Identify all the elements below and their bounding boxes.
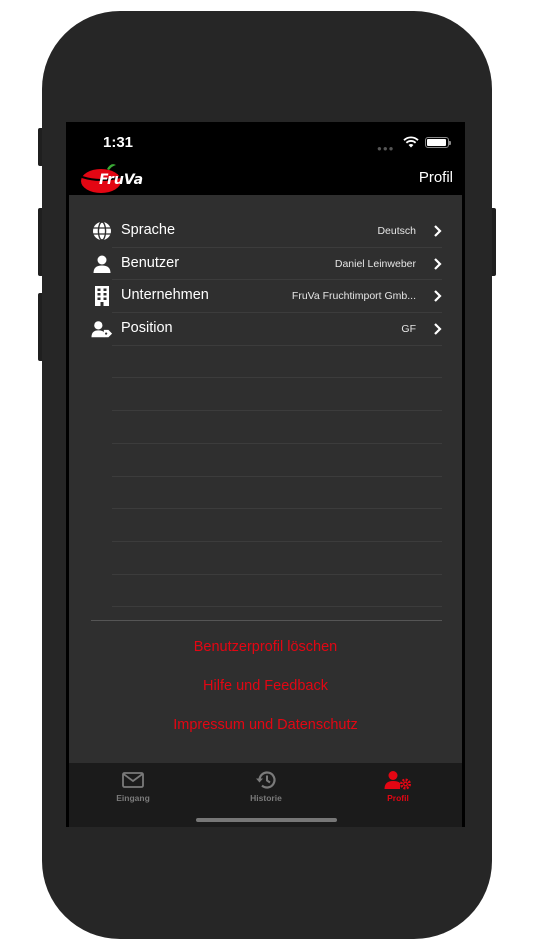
svg-text:FruVa: FruVa <box>99 172 143 188</box>
tab-label: Profil <box>387 793 409 803</box>
empty-row <box>69 575 462 608</box>
settings-row-user[interactable]: Benutzer Daniel Leinweber <box>69 248 462 281</box>
settings-row-value: FruVa Fruchtimport Gmb... <box>291 290 416 303</box>
empty-row <box>69 477 462 510</box>
wifi-icon <box>403 136 419 148</box>
globe-icon <box>91 221 113 241</box>
empty-row <box>69 509 462 542</box>
settings-row-label: Unternehmen <box>121 287 209 304</box>
tab-label: Eingang <box>116 793 150 803</box>
settings-row-value: Daniel Leinweber <box>334 257 416 270</box>
status-time: 1:31 <box>103 134 134 151</box>
imprint-privacy-link[interactable]: Impressum und Datenschutz <box>69 717 462 733</box>
user-icon <box>91 254 113 274</box>
section-divider <box>91 620 442 621</box>
empty-row <box>69 378 462 412</box>
settings-row-label: Sprache <box>121 222 176 238</box>
settings-row-position[interactable]: Position GF <box>69 313 462 346</box>
tab-profile[interactable]: Profil <box>348 769 448 803</box>
building-icon <box>91 286 113 307</box>
user-cog-icon <box>348 769 448 791</box>
empty-row <box>69 542 462 575</box>
empty-row <box>69 411 462 444</box>
user-tag-icon <box>91 319 113 339</box>
chevron-right-icon <box>434 323 442 335</box>
envelope-icon <box>83 769 183 791</box>
tab-bar: Eingang Historie Profil <box>69 763 462 827</box>
row-separator <box>112 606 442 608</box>
settings-row-language[interactable]: Sprache Deutsch <box>69 215 462 248</box>
chevron-right-icon <box>434 290 442 303</box>
tab-inbox[interactable]: Eingang <box>83 769 183 803</box>
settings-list: Sprache Deutsch Benutzer Daniel Leinwebe… <box>69 215 462 608</box>
settings-row-value: GF <box>401 323 416 336</box>
tab-history[interactable]: Historie <box>216 769 316 803</box>
empty-row <box>69 346 462 379</box>
status-bar: 1:31 ●●● <box>66 122 465 162</box>
battery-icon <box>425 137 451 148</box>
empty-row <box>69 444 462 477</box>
settings-row-value: Deutsch <box>377 225 416 237</box>
signal-icon: ●●● <box>377 144 395 153</box>
fruva-logo: FruVa <box>80 163 150 195</box>
help-feedback-link[interactable]: Hilfe und Feedback <box>69 678 462 694</box>
settings-row-label: Position <box>121 320 173 337</box>
history-icon <box>216 769 316 791</box>
app-screen: 1:31 ●●● FruVa Profil Sprache Deutsch Be… <box>66 122 465 827</box>
delete-profile-link[interactable]: Benutzerprofil löschen <box>69 639 462 655</box>
nav-bar: FruVa Profil <box>66 162 465 195</box>
profile-content: Sprache Deutsch Benutzer Daniel Leinwebe… <box>69 195 462 763</box>
page-title: Profil <box>418 169 453 186</box>
chevron-right-icon <box>434 225 442 237</box>
chevron-right-icon <box>434 257 442 270</box>
settings-row-label: Benutzer <box>121 254 180 271</box>
settings-row-company[interactable]: Unternehmen FruVa Fruchtimport Gmb... <box>69 280 462 314</box>
tab-label: Historie <box>250 793 282 803</box>
home-indicator[interactable] <box>196 818 337 822</box>
